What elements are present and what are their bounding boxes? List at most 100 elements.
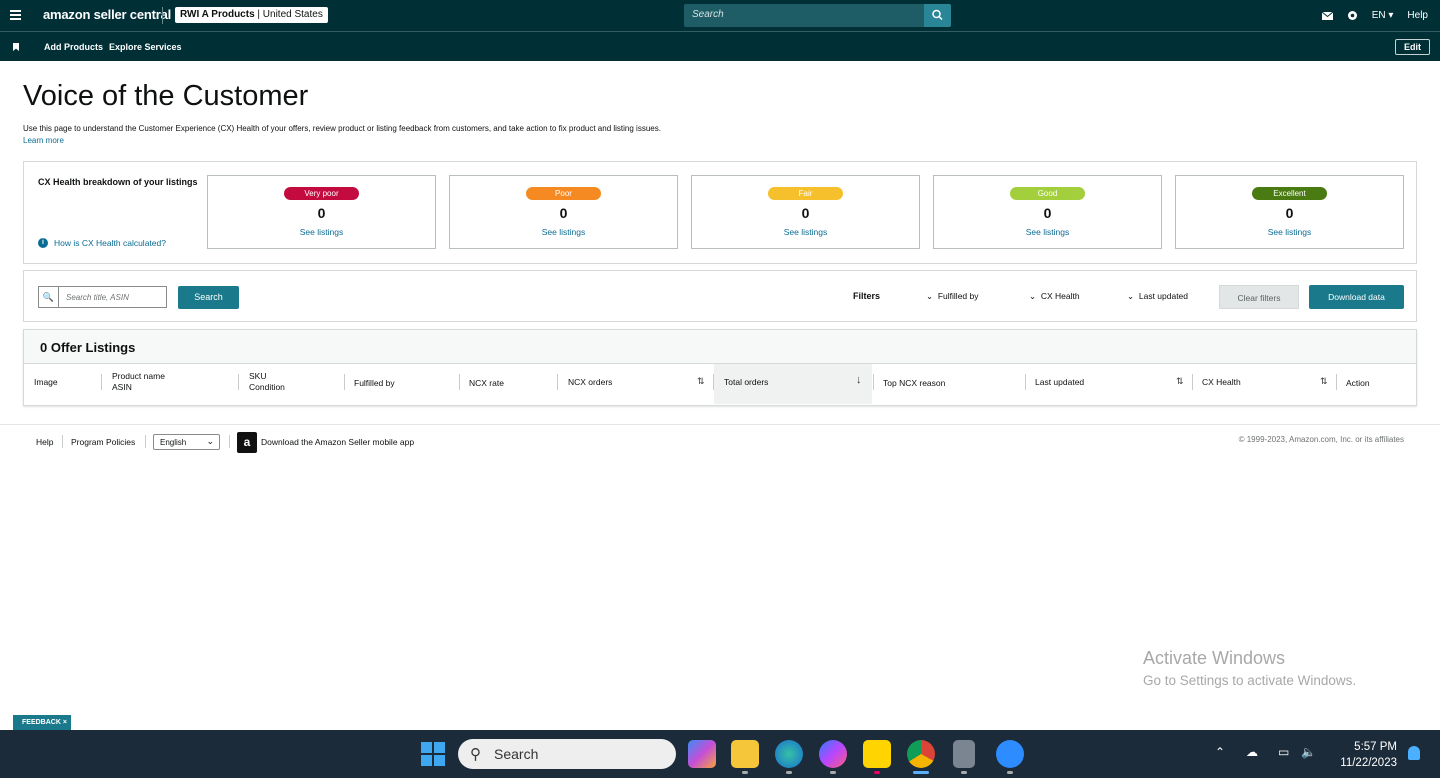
- program-policies-link[interactable]: Program Policies: [71, 437, 135, 447]
- col-top-ncx-reason: Top NCX reason: [883, 378, 946, 388]
- search-button[interactable]: Search: [178, 286, 239, 309]
- bookmark-icon[interactable]: [13, 43, 19, 51]
- feedback-button[interactable]: FEEDBACK ×: [13, 715, 71, 730]
- cx-calculation-link[interactable]: i How is CX Health calculated?: [38, 238, 166, 248]
- filter-label: CX Health: [1040, 291, 1080, 301]
- chrome-icon[interactable]: [907, 740, 935, 768]
- col-sku[interactable]: SKU Condition: [249, 371, 285, 393]
- taskbar-search-label: Search: [494, 746, 539, 762]
- see-listings-link[interactable]: See listings: [692, 227, 919, 237]
- col-divider: [713, 374, 714, 390]
- mail-icon[interactable]: [1321, 11, 1333, 20]
- windows-taskbar: ⚲ Search ⌃ ☁ ▭ 🔈 5:57 PM 11/22/2023: [0, 730, 1440, 778]
- col-label: Condition: [249, 382, 285, 392]
- cx-count: 0: [1285, 205, 1294, 221]
- chevron-up-icon[interactable]: ⌃: [1215, 745, 1225, 759]
- cx-panel-title: CX Health breakdown of your listings: [38, 177, 198, 187]
- col-ncx-orders[interactable]: NCX orders: [568, 377, 612, 388]
- col-divider: [873, 374, 874, 390]
- store-region: United States: [262, 9, 323, 20]
- download-data-button[interactable]: Download data: [1309, 285, 1404, 309]
- filters-label: Filters: [853, 291, 881, 301]
- nav-explore-services[interactable]: Explore Services: [109, 42, 182, 52]
- seller-central-logo[interactable]: amazon seller central: [43, 7, 171, 22]
- search-icon: 🔍: [39, 287, 59, 307]
- col-divider: [101, 374, 102, 390]
- fulfilled-by-filter[interactable]: ⌄ Fulfilled by: [926, 291, 979, 302]
- taskbar-search[interactable]: ⚲ Search: [458, 739, 676, 769]
- gear-icon[interactable]: [1347, 10, 1358, 21]
- cx-badge: Poor: [526, 187, 601, 200]
- help-link[interactable]: Help: [1407, 10, 1428, 21]
- windows-start-icon[interactable]: [421, 742, 445, 766]
- language-value: English: [160, 438, 187, 447]
- sort-icon[interactable]: ⇅: [1320, 376, 1328, 387]
- chevron-down-icon: ⌄: [206, 436, 214, 446]
- zoom-icon[interactable]: [996, 740, 1024, 768]
- col-last-updated[interactable]: Last updated: [1035, 377, 1084, 388]
- file-explorer-icon[interactable]: [731, 740, 759, 768]
- cx-badge: Excellent: [1252, 187, 1327, 200]
- col-divider: [238, 374, 239, 390]
- nav-bar: Add Products Explore Services Edit: [0, 31, 1440, 61]
- download-app-link[interactable]: Download the Amazon Seller mobile app: [261, 437, 414, 447]
- search-icon: [932, 9, 943, 21]
- last-updated-filter[interactable]: ⌄ Last updated: [1127, 291, 1188, 302]
- menu-icon[interactable]: [10, 10, 21, 20]
- footer-divider: [0, 424, 1440, 425]
- global-search-button[interactable]: [924, 4, 951, 27]
- volume-icon[interactable]: 🔈: [1301, 745, 1316, 759]
- learn-more-link[interactable]: Learn more: [23, 136, 64, 145]
- store-selector[interactable]: RWI A Products | United States: [175, 7, 328, 23]
- language-selector[interactable]: EN ▾: [1372, 10, 1394, 21]
- amazon-app-icon[interactable]: a: [237, 432, 257, 453]
- offer-listings-table: 0 Offer Listings Image Product name ASIN …: [23, 329, 1417, 406]
- system-clock[interactable]: 5:57 PM 11/22/2023: [1340, 739, 1397, 771]
- filter-label: Last updated: [1138, 291, 1189, 301]
- running-indicator: [742, 771, 748, 774]
- language-select[interactable]: English ⌄: [153, 434, 220, 450]
- clear-filters-button[interactable]: Clear filters: [1219, 285, 1299, 309]
- calculator-icon[interactable]: [953, 740, 975, 768]
- divider: [62, 435, 63, 448]
- cx-health-filter[interactable]: ⌄ CX Health: [1029, 291, 1080, 302]
- col-image: Image: [34, 377, 58, 387]
- divider: [229, 435, 230, 448]
- edge-icon[interactable]: [775, 740, 803, 768]
- col-total-orders[interactable]: Total orders: [724, 377, 768, 388]
- col-divider: [557, 374, 558, 390]
- search-placeholder: Search title, ASIN: [66, 293, 129, 302]
- sort-icon[interactable]: ⇅: [697, 376, 705, 387]
- messenger-icon[interactable]: [819, 740, 847, 768]
- copilot-icon[interactable]: [688, 740, 716, 768]
- cx-count: 0: [801, 205, 810, 221]
- see-listings-link[interactable]: See listings: [208, 227, 435, 237]
- sort-icon[interactable]: ⇅: [1176, 376, 1184, 387]
- global-search-input[interactable]: Search: [684, 4, 924, 27]
- filter-label: Fulfilled by: [937, 291, 979, 301]
- see-listings-link[interactable]: See listings: [1176, 227, 1403, 237]
- running-indicator: [874, 771, 880, 774]
- see-listings-link[interactable]: See listings: [934, 227, 1161, 237]
- col-product-name[interactable]: Product name ASIN: [112, 371, 165, 393]
- cx-badge: Very poor: [284, 187, 359, 200]
- clock-time: 5:57 PM: [1354, 741, 1397, 753]
- chevron-down-icon: ⌄: [926, 291, 934, 301]
- col-cx-health[interactable]: CX Health: [1202, 377, 1241, 388]
- search-icon: ⚲: [470, 746, 481, 763]
- see-listings-link[interactable]: See listings: [450, 227, 677, 237]
- activate-subtitle: Go to Settings to activate Windows.: [1143, 673, 1357, 688]
- cx-card-poor: Poor 0 See listings: [449, 175, 678, 249]
- arrow-down-icon[interactable]: ↓: [856, 374, 862, 386]
- running-indicator: [1007, 771, 1013, 774]
- notification-bell-icon[interactable]: [1408, 746, 1420, 760]
- footer-help-link[interactable]: Help: [36, 437, 53, 447]
- cx-badge: Fair: [768, 187, 843, 200]
- onedrive-icon[interactable]: ☁: [1246, 745, 1258, 759]
- page-description: Use this page to understand the Customer…: [23, 124, 661, 133]
- sticky-notes-icon[interactable]: [863, 740, 891, 768]
- listing-search-input[interactable]: 🔍 Search title, ASIN: [38, 286, 167, 308]
- nav-add-products[interactable]: Add Products: [44, 42, 103, 52]
- network-icon[interactable]: ▭: [1278, 745, 1289, 759]
- edit-nav-button[interactable]: Edit: [1395, 39, 1430, 55]
